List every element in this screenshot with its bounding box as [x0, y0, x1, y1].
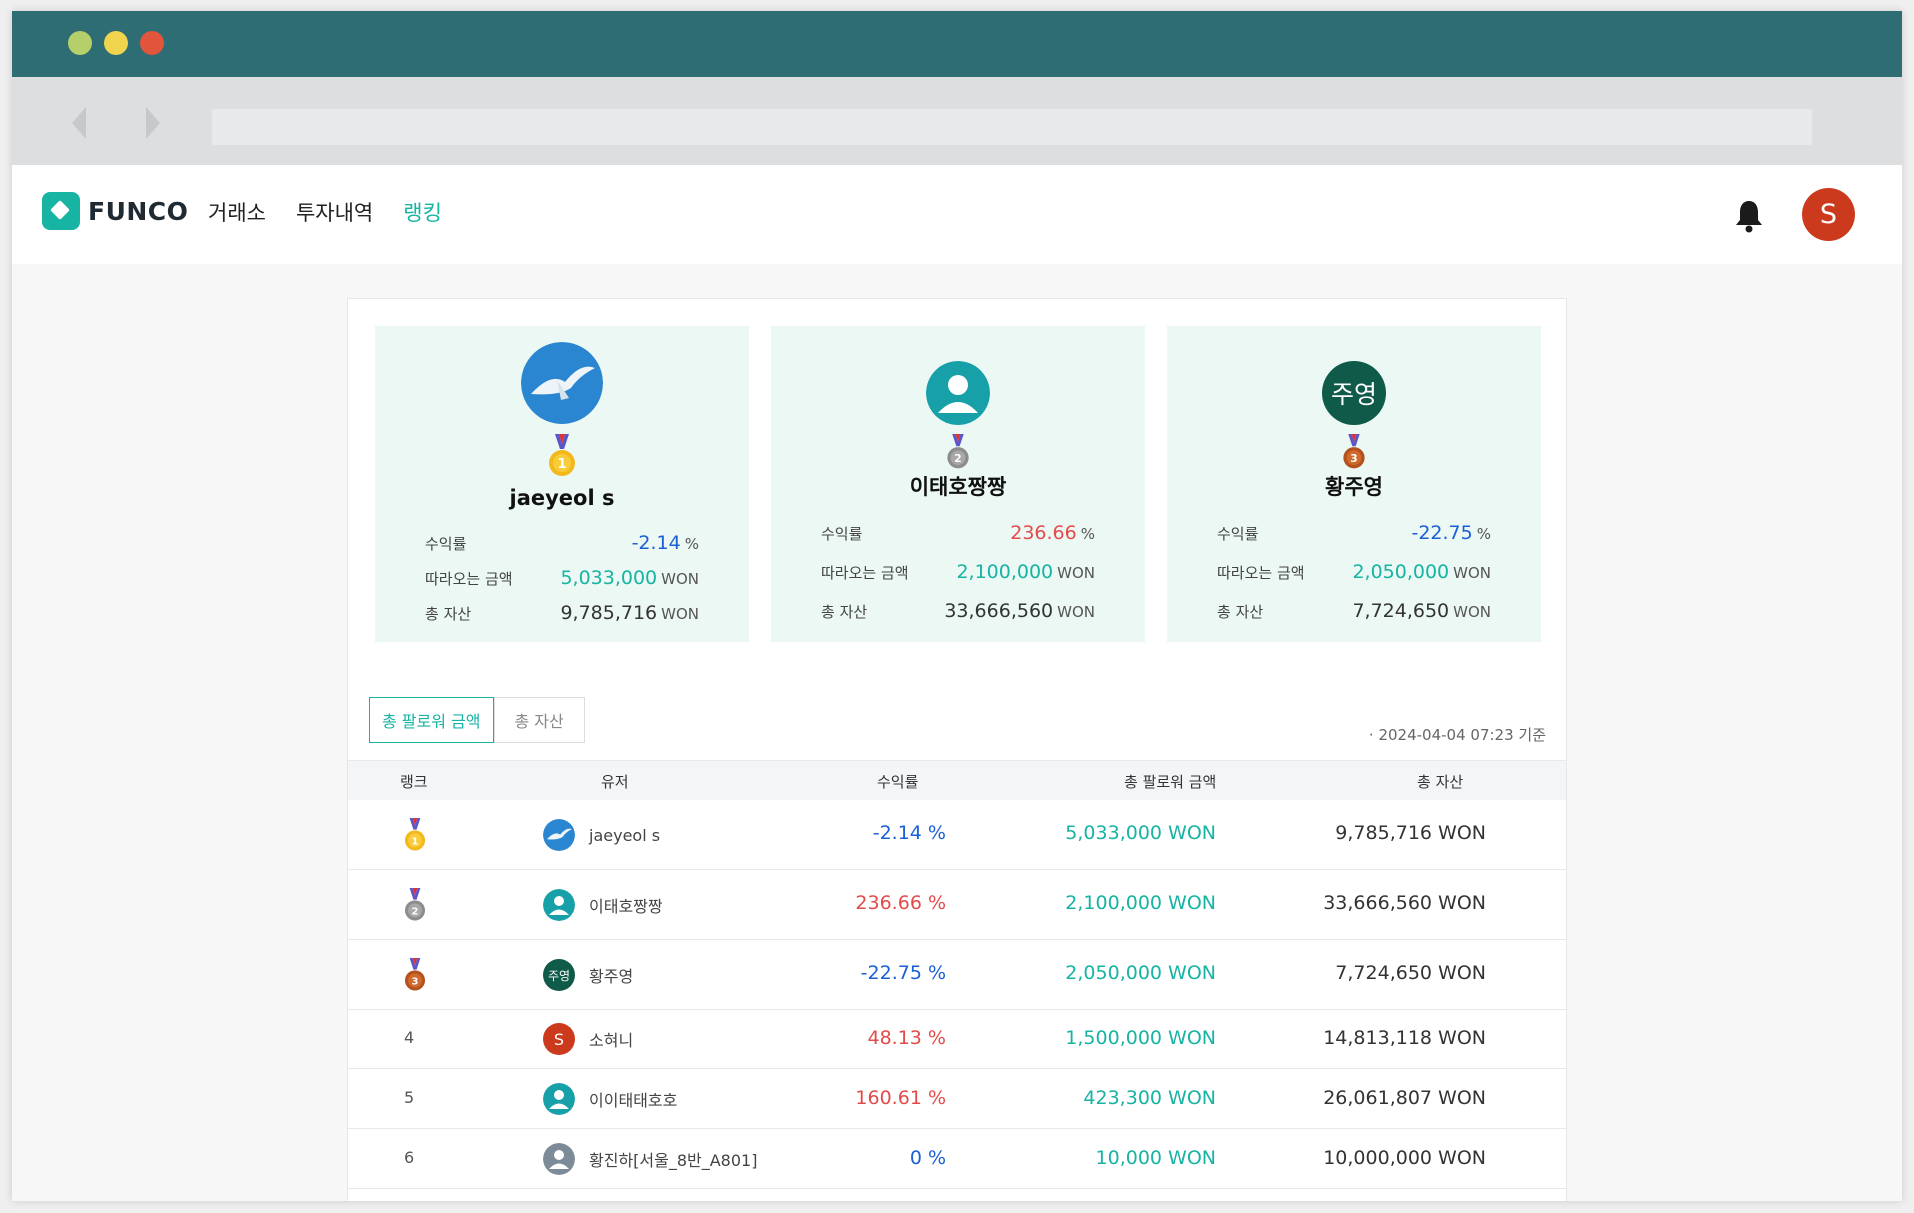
- svg-text:2: 2: [954, 452, 961, 465]
- cell-asset: 10,000,000 WON: [1323, 1147, 1486, 1169]
- timestamp: · 2024-04-04 07:23 기준: [1368, 726, 1546, 744]
- avatar-text: 주영: [1322, 361, 1386, 425]
- podium-card-1[interactable]: 1 jaeyeol s 수익률 -2.14% 따라오는 금액 5,033,000…: [375, 326, 749, 642]
- stat-return: 수익률 -2.14%: [425, 532, 699, 554]
- bell-icon[interactable]: [1734, 199, 1764, 233]
- user-cell[interactable]: 이이태태호호: [543, 1083, 677, 1115]
- podium-card-3[interactable]: 주영 3 황주영 수익률 -22.75% 따라오는 금액 2,050,000 WO…: [1167, 326, 1541, 642]
- stat-return: 수익률 -22.75%: [1217, 522, 1491, 544]
- th-user: 유저: [601, 773, 629, 791]
- nav-history[interactable]: 투자내역: [296, 197, 373, 227]
- table-row[interactable]: 3 주영 황주영 -22.75 % 2,050,000 WON 7,724,65…: [348, 940, 1566, 1010]
- stat-follow: 따라오는 금액 5,033,000 WON: [425, 567, 699, 589]
- svg-text:3: 3: [412, 976, 419, 987]
- podium-name: jaeyeol s: [509, 486, 615, 510]
- svg-text:1: 1: [412, 836, 419, 847]
- window-minimize-button[interactable]: [68, 31, 92, 55]
- user-cell[interactable]: 이태호짱짱: [543, 889, 663, 921]
- logo[interactable]: FUNCO: [42, 192, 188, 230]
- cell-asset: 9,785,716 WON: [1335, 822, 1486, 844]
- stat-asset: 총 자산 9,785,716 WON: [425, 602, 699, 624]
- user-avatar[interactable]: S: [1802, 188, 1855, 241]
- podium: 1 jaeyeol s 수익률 -2.14% 따라오는 금액 5,033,000…: [375, 326, 1541, 642]
- address-bar[interactable]: [212, 109, 1812, 145]
- avatar-seagull: [543, 819, 575, 851]
- cell-follow: 2,050,000 WON: [1065, 962, 1216, 984]
- ranking-panel: 1 jaeyeol s 수익률 -2.14% 따라오는 금액 5,033,000…: [347, 298, 1567, 1201]
- stat-asset: 총 자산 7,724,650 WON: [1217, 600, 1491, 622]
- table-row[interactable]: 4 S 소혀니 48.13 % 1,500,000 WON 14,813,118…: [348, 1010, 1566, 1069]
- cell-asset: 7,724,650 WON: [1335, 962, 1486, 984]
- brand-name: FUNCO: [88, 196, 189, 226]
- avatar-default: [543, 1143, 575, 1175]
- tab-total-follower-amount[interactable]: 총 팔로워 금액: [369, 697, 494, 743]
- cell-return: 236.66 %: [855, 892, 946, 914]
- table-row[interactable]: 2 이태호짱짱 236.66 % 2,100,000 WON 33,666,56…: [348, 870, 1566, 940]
- user-cell[interactable]: jaeyeol s: [543, 819, 660, 851]
- stat-asset: 총 자산 33,666,560 WON: [821, 600, 1095, 622]
- cell-asset: 26,061,807 WON: [1323, 1087, 1486, 1109]
- avatar-default: [543, 1083, 575, 1115]
- tab-total-asset[interactable]: 총 자산: [493, 697, 585, 743]
- cell-return: -22.75 %: [860, 962, 946, 984]
- user-cell[interactable]: 황진하[서울_8반_A801]: [543, 1143, 757, 1175]
- nav-ranking[interactable]: 랭킹: [403, 197, 442, 227]
- podium-name: 이태호짱짱: [909, 475, 1007, 499]
- cell-return: -2.14 %: [872, 822, 946, 844]
- window-close-button[interactable]: [140, 31, 164, 55]
- cell-follow: 10,000 WON: [1095, 1147, 1216, 1169]
- avatar-text: S: [543, 1023, 575, 1055]
- user-cell[interactable]: 주영 황주영: [543, 959, 633, 991]
- podium-name: 황주영: [1325, 475, 1383, 499]
- table-header: 랭크 유저 수익률 총 팔로워 금액 총 자산: [348, 760, 1566, 800]
- stat-return: 수익률 236.66%: [821, 522, 1095, 544]
- svg-text:2: 2: [412, 906, 419, 917]
- cell-asset: 14,813,118 WON: [1323, 1027, 1486, 1049]
- bronze-medal-icon: 3: [1343, 434, 1365, 469]
- avatar-text: 주영: [543, 959, 575, 991]
- th-rank: 랭크: [400, 773, 428, 791]
- table-row[interactable]: 1 jaeyeol s -2.14 % 5,033,000 WON 9,785,…: [348, 800, 1566, 870]
- avatar-seagull: [521, 342, 603, 424]
- table-row[interactable]: 5 이이태태호호 160.61 % 423,300 WON 26,061,807…: [348, 1069, 1566, 1129]
- cell-return: 0 %: [909, 1147, 946, 1169]
- forward-icon[interactable]: [146, 107, 160, 139]
- cell-follow: 2,100,000 WON: [1065, 892, 1216, 914]
- silver-medal-icon: 2: [404, 888, 426, 921]
- avatar-default: [926, 361, 990, 425]
- podium-card-2[interactable]: 2 이태호짱짱 수익률 236.66% 따라오는 금액 2,100,000 WON…: [771, 326, 1145, 642]
- cell-follow: 1,500,000 WON: [1065, 1027, 1216, 1049]
- window-titlebar: [12, 11, 1902, 77]
- cell-return: 160.61 %: [855, 1087, 946, 1109]
- browser-toolbar: [12, 77, 1902, 165]
- th-asset: 총 자산: [1417, 773, 1464, 791]
- cell-return: 48.13 %: [867, 1027, 947, 1049]
- cell-asset: 33,666,560 WON: [1323, 892, 1486, 914]
- back-icon[interactable]: [72, 107, 86, 139]
- cell-follow: 423,300 WON: [1083, 1087, 1216, 1109]
- window-zoom-button[interactable]: [104, 31, 128, 55]
- svg-text:1: 1: [557, 457, 566, 472]
- gold-medal-icon: 1: [549, 434, 575, 476]
- avatar-default: [543, 889, 575, 921]
- gold-medal-icon: 1: [404, 818, 426, 851]
- silver-medal-icon: 2: [947, 434, 969, 469]
- main-nav: 거래소 투자내역 랭킹: [208, 197, 472, 227]
- browser-window: FUNCO 거래소 투자내역 랭킹 S 1 jaeyeol s 수익률 -2.1…: [12, 11, 1902, 1201]
- user-cell[interactable]: S 소혀니: [543, 1023, 633, 1055]
- stat-follow: 따라오는 금액 2,050,000 WON: [1217, 561, 1491, 583]
- logo-icon: [42, 192, 80, 230]
- table-row[interactable]: 6 황진하[서울_8반_A801] 0 % 10,000 WON 10,000,…: [348, 1129, 1566, 1189]
- bronze-medal-icon: 3: [404, 958, 426, 991]
- svg-text:3: 3: [1350, 452, 1357, 465]
- nav-exchange[interactable]: 거래소: [208, 197, 266, 227]
- table-row-partial[interactable]: [348, 1189, 1566, 1201]
- sort-tabs: 총 팔로워 금액 총 자산: [369, 697, 585, 743]
- th-follower: 총 팔로워 금액: [1124, 773, 1217, 791]
- stat-follow: 따라오는 금액 2,100,000 WON: [821, 561, 1095, 583]
- app-header: FUNCO 거래소 투자내역 랭킹 S: [12, 165, 1902, 264]
- cell-follow: 5,033,000 WON: [1065, 822, 1216, 844]
- th-return: 수익률: [877, 773, 919, 791]
